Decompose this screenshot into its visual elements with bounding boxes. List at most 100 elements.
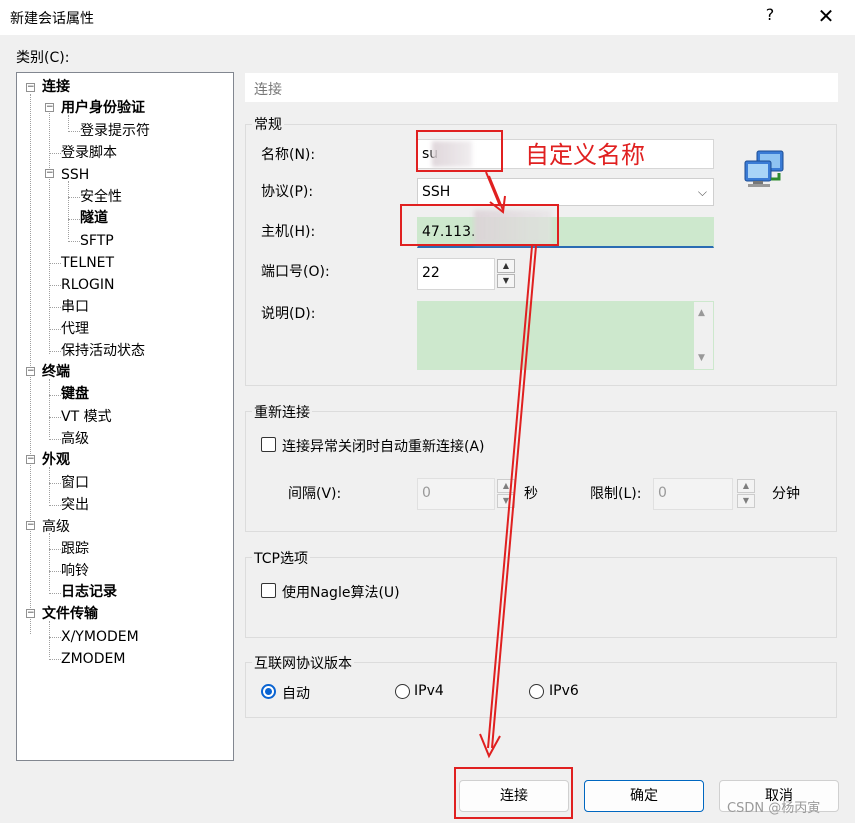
tree-line	[49, 593, 61, 594]
watermark: CSDN @杨丙寅	[727, 801, 821, 816]
tree-line	[49, 483, 61, 484]
radio-ipv4-label: IPv4	[414, 683, 444, 699]
close-icon[interactable]: ✕	[813, 3, 839, 29]
tree-item-user-auth[interactable]: 用户身份验证	[61, 98, 145, 118]
port-label: 端口号(O):	[261, 264, 330, 280]
nagle-label: 使用Nagle算法(U)	[282, 585, 400, 601]
collapse-icon[interactable]: −	[45, 169, 54, 178]
annotation-box-host	[400, 204, 559, 246]
tree-item-file-transfer[interactable]: 文件传输	[42, 604, 98, 624]
radio-ipv4[interactable]	[395, 684, 410, 699]
tree-item-security[interactable]: 安全性	[80, 187, 122, 207]
tree-item-trace[interactable]: 跟踪	[61, 539, 89, 559]
limit-input[interactable]: 0	[653, 478, 733, 510]
description-label: 说明(D):	[261, 306, 316, 322]
category-tree[interactable]: − − − − − − − 连接 用户身份验证 登录提示符 登录脚本 SSH 安…	[16, 72, 234, 761]
tree-item-serial[interactable]: 串口	[61, 297, 89, 317]
description-input[interactable]	[417, 301, 714, 370]
collapse-icon[interactable]: −	[26, 83, 35, 92]
scroll-down-icon[interactable]: ▼	[698, 353, 705, 363]
tree-item-terminal-advanced[interactable]: 高级	[61, 429, 89, 449]
tree-item-zmodem[interactable]: ZMODEM	[61, 649, 125, 669]
limit-spinner[interactable]: ▲ ▼	[737, 479, 755, 509]
tree-item-logging[interactable]: 日志记录	[61, 582, 117, 602]
general-group-title: 常规	[252, 114, 284, 134]
description-scrollbar[interactable]: ▲ ▼	[694, 302, 713, 369]
annotation-text: 自定义名称	[525, 141, 645, 169]
reconnect-group	[245, 411, 837, 532]
spin-down-icon[interactable]: ▼	[737, 494, 755, 508]
reconnect-group-title: 重新连接	[252, 402, 312, 422]
tree-line	[49, 549, 61, 550]
host-label: 主机(H):	[261, 224, 316, 240]
tree-item-sftp[interactable]: SFTP	[80, 231, 114, 251]
tree-line	[68, 241, 80, 242]
network-computer-icon	[744, 150, 784, 187]
tree-item-ssh[interactable]: SSH	[61, 165, 89, 185]
tree-line	[49, 659, 61, 660]
tree-line	[49, 351, 61, 352]
tree-item-rlogin[interactable]: RLOGIN	[61, 275, 115, 295]
tree-item-login-script[interactable]: 登录脚本	[61, 143, 117, 163]
tree-item-appearance[interactable]: 外观	[42, 450, 70, 470]
tree-line	[49, 505, 61, 506]
tree-line	[49, 533, 50, 591]
tree-item-highlight[interactable]: 突出	[61, 495, 89, 515]
spin-down-icon[interactable]: ▼	[497, 494, 515, 508]
radio-ipv6[interactable]	[529, 684, 544, 699]
interval-unit: 秒	[524, 486, 538, 502]
name-label: 名称(N):	[261, 147, 316, 163]
ok-button[interactable]: 确定	[584, 780, 704, 812]
collapse-icon[interactable]: −	[26, 609, 35, 618]
section-header: 连接	[245, 73, 838, 102]
interval-input[interactable]: 0	[417, 478, 495, 510]
tree-line	[49, 439, 61, 440]
auto-reconnect-checkbox[interactable]	[261, 437, 276, 452]
tree-line	[68, 181, 69, 239]
tree-item-terminal[interactable]: 终端	[42, 362, 70, 382]
tree-item-telnet[interactable]: TELNET	[61, 253, 114, 273]
tree-line	[49, 637, 61, 638]
tree-item-bell[interactable]: 响铃	[61, 561, 89, 581]
auto-reconnect-label: 连接异常关闭时自动重新连接(A)	[282, 439, 485, 455]
spin-up-icon[interactable]: ▲	[497, 479, 515, 493]
tree-line	[49, 263, 61, 264]
tree-line	[49, 621, 50, 657]
scroll-up-icon[interactable]: ▲	[698, 308, 705, 318]
tcp-group-title: TCP选项	[252, 548, 310, 568]
tree-item-tunnel[interactable]: 隧道	[80, 208, 108, 228]
limit-unit: 分钟	[772, 486, 800, 502]
tree-item-vt-mode[interactable]: VT 模式	[61, 407, 112, 427]
interval-spinner[interactable]: ▲ ▼	[497, 479, 515, 509]
collapse-icon[interactable]: −	[26, 367, 35, 376]
limit-label: 限制(L):	[590, 486, 642, 502]
tree-item-advanced[interactable]: 高级	[42, 517, 70, 537]
tree-item-login-prompt[interactable]: 登录提示符	[80, 121, 150, 141]
collapse-icon[interactable]: −	[45, 103, 54, 112]
title-bar: 新建会话属性 ? ✕	[0, 0, 855, 35]
tree-item-proxy[interactable]: 代理	[61, 319, 89, 339]
help-button[interactable]: ?	[760, 5, 780, 29]
protocol-value: SSH	[422, 184, 451, 200]
collapse-icon[interactable]: −	[26, 521, 35, 530]
spin-down-icon[interactable]: ▼	[497, 274, 515, 288]
collapse-icon[interactable]: −	[26, 455, 35, 464]
tree-line	[68, 197, 80, 198]
port-input[interactable]: 22	[417, 258, 495, 290]
tree-item-connection[interactable]: 连接	[42, 77, 70, 97]
interval-label: 间隔(V):	[288, 486, 342, 502]
tree-line	[49, 153, 61, 154]
spin-up-icon[interactable]: ▲	[737, 479, 755, 493]
protocol-select[interactable]: SSH ⌵	[417, 178, 714, 206]
spin-up-icon[interactable]: ▲	[497, 259, 515, 273]
tree-item-window[interactable]: 窗口	[61, 473, 89, 493]
tree-item-keyboard[interactable]: 键盘	[61, 384, 89, 404]
nagle-checkbox[interactable]	[261, 583, 276, 598]
radio-auto[interactable]	[261, 684, 276, 699]
tree-item-keepalive[interactable]: 保持活动状态	[61, 341, 145, 361]
port-spinner[interactable]: ▲ ▼	[497, 259, 515, 289]
tree-item-xymodem[interactable]: X/YMODEM	[61, 627, 139, 647]
tree-line	[49, 104, 50, 354]
tree-line	[49, 571, 61, 572]
tree-line	[49, 379, 50, 437]
